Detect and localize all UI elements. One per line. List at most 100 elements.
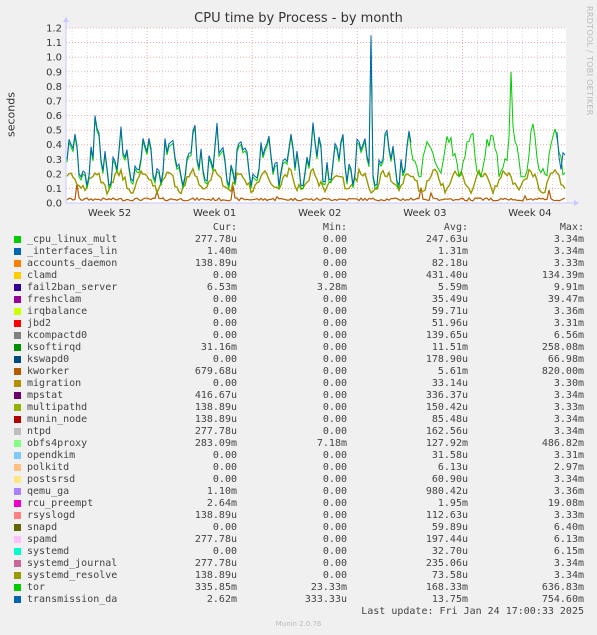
x-axis-arrow [574, 200, 579, 206]
legend-avg: 235.06u [425, 558, 468, 569]
legend-avg: 980.42u [425, 486, 468, 497]
legend-row: systemd_resolve 138.89u 0.00 73.58u 3.34m [0, 570, 597, 582]
legend-swatch [14, 464, 21, 471]
legend-row: _interfaces_lin 1.40m 0.00 1.31m 3.34m [0, 246, 597, 258]
legend-cur: 31.16m [200, 342, 237, 353]
y-tick-label: 0.2 [46, 169, 62, 180]
legend-swatch [14, 500, 21, 507]
legend-max: 820.00m [541, 366, 584, 377]
legend-min: 0.00 [322, 570, 347, 581]
legend-rows: _cpu_linux_mult 277.78u 0.00 247.63u 3.34m _i… [0, 234, 597, 606]
legend-row: clamd 0.00 0.00 431.40u 134.39m [0, 270, 597, 282]
legend-min: 0.00 [322, 366, 347, 377]
legend-cur: 1.40m [206, 246, 237, 257]
legend-cur: 0.00 [212, 378, 237, 389]
legend-avg: 32.70u [431, 546, 468, 557]
legend-min: 0.00 [322, 402, 347, 413]
legend-avg: 247.63u [425, 234, 468, 245]
legend-cur: 1.10m [206, 486, 237, 497]
legend-avg: 150.42u [425, 402, 468, 413]
legend-min: 0.00 [322, 354, 347, 365]
legend-cur: 416.67u [194, 390, 237, 401]
legend-min: 0.00 [322, 378, 347, 389]
legend-swatch [14, 416, 21, 423]
legend-min: 0.00 [322, 462, 347, 473]
legend-max: 3.31m [553, 450, 584, 461]
legend-avg: 139.65u [425, 330, 468, 341]
legend-name: jbd2 [27, 318, 52, 329]
legend-avg: 197.44u [425, 534, 468, 545]
legend-min: 0.00 [322, 546, 347, 557]
legend-min: 0.00 [322, 306, 347, 317]
legend-cur: 0.00 [212, 546, 237, 557]
legend-avg: 127.92m [425, 438, 468, 449]
legend-max: 6.56m [553, 330, 584, 341]
legend-avg: 73.58u [431, 570, 468, 581]
legend-swatch [14, 248, 21, 255]
legend-swatch [14, 284, 21, 291]
legend-swatch [14, 488, 21, 495]
legend-row: kcompactd0 0.00 0.00 139.65u 6.56m [0, 330, 597, 342]
legend-name: transmission_da [27, 594, 118, 605]
legend-avg: 6.13u [437, 462, 468, 473]
legend-name: _interfaces_lin [27, 246, 118, 257]
legend-cur: 0.00 [212, 462, 237, 473]
legend-row: irqbalance 0.00 0.00 59.71u 3.36m [0, 306, 597, 318]
legend-min: 0.00 [322, 534, 347, 545]
legend-min: 0.00 [322, 510, 347, 521]
legend-min: 7.18m [316, 438, 347, 449]
legend-min: 0.00 [322, 522, 347, 533]
legend-cur: 335.85m [194, 582, 237, 593]
legend-row: kworker 679.68u 0.00 5.61m 820.00m [0, 366, 597, 378]
legend-name: snapd [27, 522, 58, 533]
header-max: Max: [559, 222, 584, 233]
legend-avg: 60.90u [431, 474, 468, 485]
legend-row: jbd2 0.00 0.00 51.96u 3.31m [0, 318, 597, 330]
header-min: Min: [322, 222, 347, 233]
legend-max: 134.39m [541, 270, 584, 281]
legend-swatch [14, 380, 21, 387]
legend-name: kswapd0 [27, 354, 70, 365]
legend-name: spamd [27, 534, 58, 545]
y-tick-label: 0.5 [46, 126, 62, 137]
legend-min: 0.00 [322, 390, 347, 401]
legend-name: kworker [27, 366, 70, 377]
legend-header: Cur: Min: Avg: Max: [0, 222, 597, 234]
legend-max: 3.36m [553, 306, 584, 317]
legend-min: 0.00 [322, 474, 347, 485]
legend-avg: 13.75m [431, 594, 468, 605]
legend-cur: 138.89u [194, 414, 237, 425]
legend-swatch [14, 548, 21, 555]
x-tick-label: Week 52 [88, 208, 131, 219]
legend-swatch [14, 344, 21, 351]
legend-cur: 277.78u [194, 426, 237, 437]
legend-min: 0.00 [322, 426, 347, 437]
legend-min: 23.33m [310, 582, 347, 593]
legend-name: accounts_daemon [27, 258, 118, 269]
legend-row: migration 0.00 0.00 33.14u 3.30m [0, 378, 597, 390]
legend-cur: 0.00 [212, 306, 237, 317]
legend-row: ksoftirqd 31.16m 0.00 11.51m 258.08m [0, 342, 597, 354]
legend-min: 0.00 [322, 270, 347, 281]
legend-cur: 277.78u [194, 534, 237, 545]
legend-avg: 33.14u [431, 378, 468, 389]
last-update: Last update: Fri Jan 24 17:00:33 2025 [361, 606, 584, 617]
legend-cur: 0.00 [212, 474, 237, 485]
legend-min: 0.00 [322, 558, 347, 569]
legend-max: 6.15m [553, 546, 584, 557]
y-tick-label: 0.8 [46, 82, 62, 93]
legend-max: 3.34m [553, 474, 584, 485]
legend-max: 3.34m [553, 246, 584, 257]
legend-min: 0.00 [322, 294, 347, 305]
legend-avg: 178.90u [425, 354, 468, 365]
legend-swatch [14, 356, 21, 363]
y-tick-label: 0.7 [46, 96, 62, 107]
legend-row: systemd_journal 277.78u 0.00 235.06u 3.34m [0, 558, 597, 570]
x-tick-label: Week 03 [403, 208, 446, 219]
legend-swatch [14, 476, 21, 483]
legend-swatch [14, 260, 21, 267]
legend-avg: 168.33m [425, 582, 468, 593]
y-tick-label: 1.1 [46, 38, 62, 49]
legend-max: 636.83m [541, 582, 584, 593]
legend-avg: 1.95m [437, 498, 468, 509]
